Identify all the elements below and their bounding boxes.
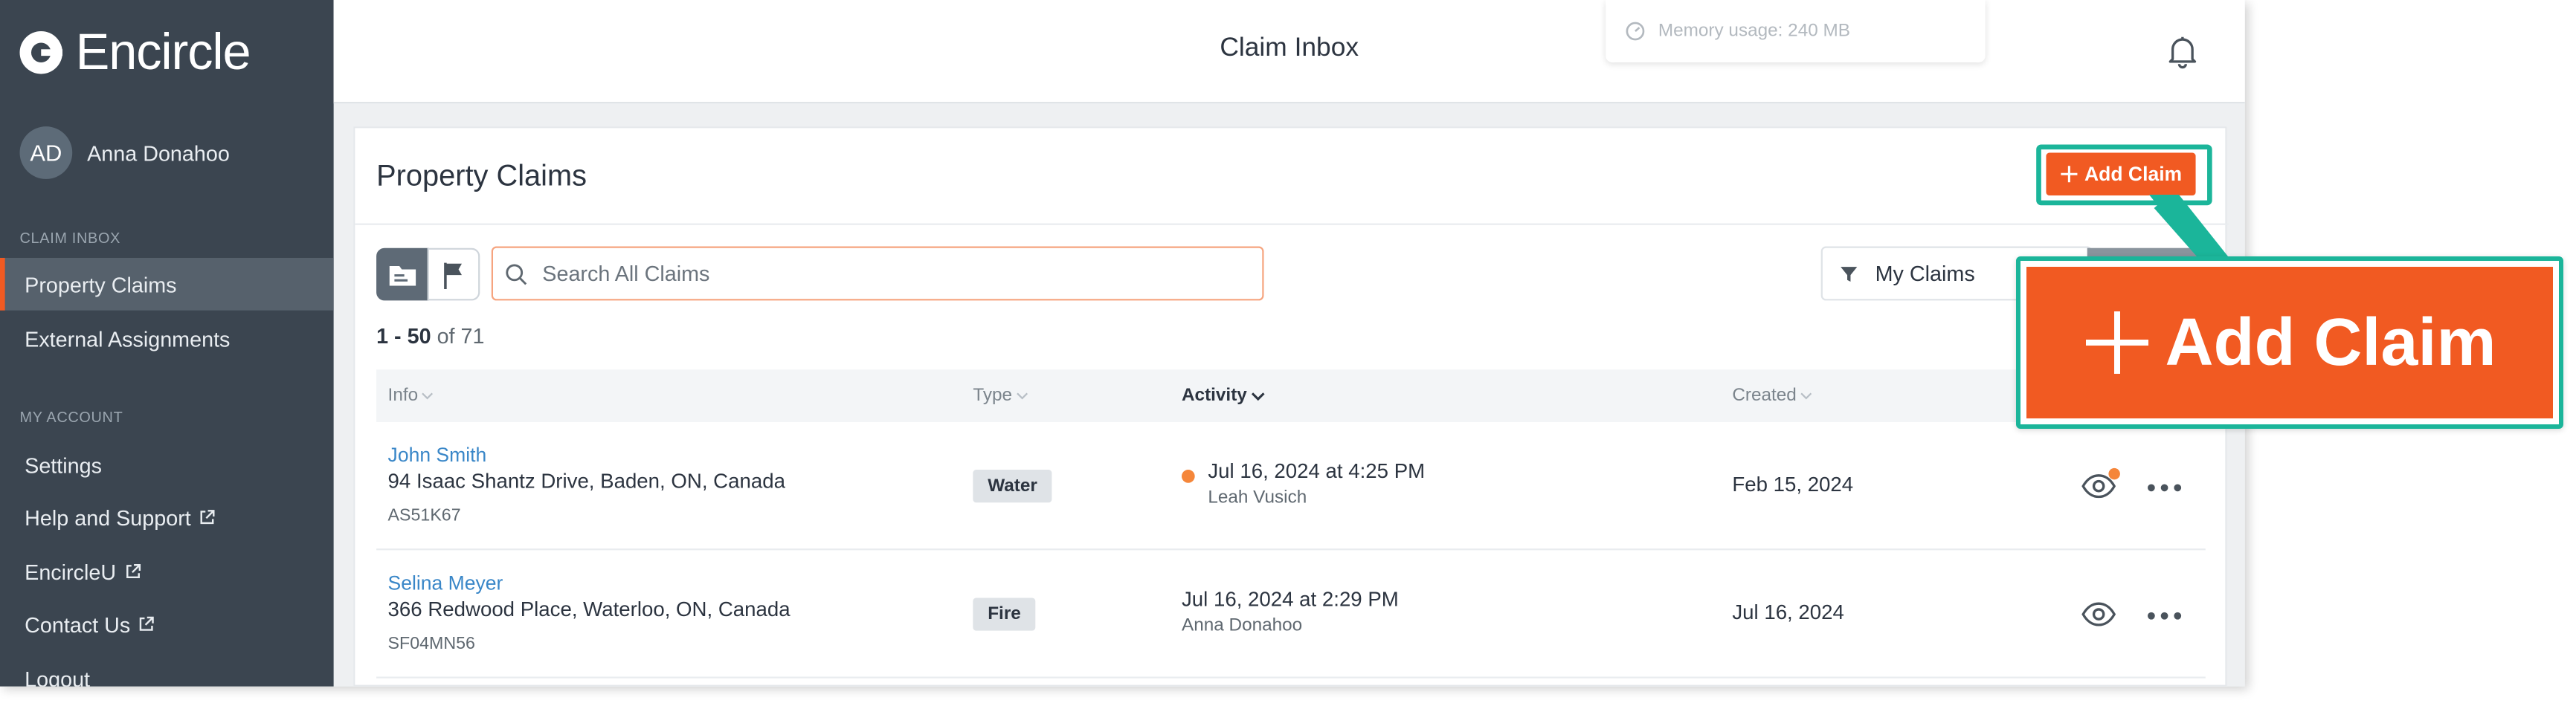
- more-options-icon[interactable]: [2146, 611, 2183, 621]
- search-input[interactable]: [542, 261, 1200, 286]
- result-count: 1 - 50 of 71: [376, 323, 484, 348]
- sidebar-item-label: Help and Support: [25, 505, 191, 530]
- filter-icon: [1841, 266, 1858, 281]
- created-date: Jul 16, 2024: [1732, 600, 1844, 624]
- divider: [355, 223, 2229, 225]
- result-total: of 71: [437, 323, 485, 349]
- plus-icon: [2061, 166, 2078, 183]
- filter-value: My Claims: [1875, 261, 1975, 286]
- sidebar-item-encircleu[interactable]: EncircleU: [0, 545, 334, 598]
- activity-time: Jul 16, 2024 at 4:25 PM: [1208, 459, 1426, 483]
- claim-name-link[interactable]: Selina Meyer: [388, 571, 503, 595]
- user-profile[interactable]: AD Anna Donahoo: [19, 126, 230, 179]
- memory-usage-indicator: Memory usage: 240 MB: [1606, 0, 1986, 62]
- more-options-icon[interactable]: [2146, 483, 2183, 493]
- chevron-down-icon: [422, 392, 434, 400]
- result-range: 1 - 50: [376, 323, 431, 349]
- app-window: Encircle AD Anna Donahoo CLAIM INBOX Pro…: [0, 0, 2245, 687]
- claim-address: 366 Redwood Place, Waterloo, ON, Canada: [387, 597, 790, 621]
- type-badge: Water: [973, 470, 1052, 503]
- user-name: Anna Donahoo: [87, 140, 230, 166]
- folder-icon: [389, 265, 416, 285]
- table-row[interactable]: John Smith 94 Isaac Shantz Drive, Baden,…: [376, 422, 2206, 551]
- logo[interactable]: Encircle: [19, 22, 251, 82]
- add-claim-zoom-callout: Add Claim: [2016, 256, 2563, 429]
- sidebar-item-label: Property Claims: [25, 271, 177, 297]
- claim-address: 94 Isaac Shantz Drive, Baden, ON, Canada: [387, 470, 785, 493]
- activity-user: Anna Donahoo: [1181, 615, 1303, 636]
- logo-text: Encircle: [75, 22, 251, 81]
- sidebar: Encircle AD Anna Donahoo CLAIM INBOX Pro…: [0, 0, 334, 687]
- sidebar-item-label: Settings: [25, 452, 102, 478]
- section-label-claim-inbox: CLAIM INBOX: [19, 230, 121, 247]
- sidebar-item-contact-us[interactable]: Contact Us: [0, 597, 334, 650]
- section-title: Property Claims: [376, 159, 587, 192]
- gauge-icon: [1626, 22, 1645, 41]
- external-link-icon: [126, 564, 141, 579]
- top-bar: Claim Inbox Memory usage: 240 MB: [333, 0, 2245, 104]
- claim-code: SF04MN56: [387, 634, 475, 654]
- sidebar-item-external-assignments[interactable]: External Assignments: [0, 312, 334, 365]
- claim-name-link[interactable]: John Smith: [388, 444, 487, 467]
- column-header-activity[interactable]: Activity: [1182, 386, 1265, 406]
- unread-indicator: [1181, 470, 1195, 483]
- view-toggle: [376, 247, 480, 301]
- sidebar-item-logout[interactable]: Logout: [0, 652, 334, 687]
- eye-icon[interactable]: [2081, 601, 2117, 627]
- add-claim-label: Add Claim: [2084, 162, 2183, 186]
- sidebar-item-label: EncircleU: [25, 559, 117, 584]
- sidebar-item-property-claims[interactable]: Property Claims: [0, 257, 334, 311]
- bell-icon[interactable]: [2165, 33, 2201, 69]
- chevron-down-icon: [1800, 392, 1812, 400]
- search-box[interactable]: [491, 246, 1264, 301]
- external-link-icon: [140, 616, 155, 631]
- flag-icon: [444, 262, 463, 288]
- table-header: Info Type Activity Created: [376, 369, 2206, 422]
- flag-view-button[interactable]: [427, 247, 480, 301]
- section-label-my-account: MY ACCOUNT: [19, 409, 123, 426]
- sidebar-item-help-and-support[interactable]: Help and Support: [0, 491, 334, 544]
- created-date: Feb 15, 2024: [1732, 473, 1854, 496]
- chevron-down-icon: [1251, 392, 1265, 401]
- folder-view-button[interactable]: [376, 247, 429, 301]
- plus-icon: [2086, 311, 2149, 374]
- encircle-logo-icon: [19, 30, 62, 74]
- sidebar-item-label: Contact Us: [25, 612, 131, 637]
- sidebar-item-label: Logout: [25, 666, 91, 687]
- add-claim-zoom-button: Add Claim: [2026, 267, 2553, 418]
- property-claims-card: Property Claims Add Claim My Claims 1 - …: [353, 126, 2229, 687]
- add-claim-button[interactable]: Add Claim: [2046, 152, 2196, 195]
- column-header-type[interactable]: Type: [973, 386, 1028, 406]
- chevron-down-icon: [1016, 392, 1028, 400]
- add-claim-zoom-label: Add Claim: [2165, 305, 2496, 380]
- type-badge: Fire: [973, 597, 1036, 631]
- sidebar-item-label: External Assignments: [25, 326, 231, 351]
- activity-user: Leah Vusich: [1208, 488, 1307, 508]
- claim-code: AS51K67: [387, 505, 461, 526]
- notification-dot: [2108, 467, 2120, 480]
- sidebar-item-settings[interactable]: Settings: [0, 438, 334, 491]
- external-link-icon: [200, 510, 215, 525]
- column-header-created[interactable]: Created: [1732, 386, 1813, 406]
- memory-usage-text: Memory usage: 240 MB: [1658, 21, 1850, 42]
- search-icon: [506, 263, 527, 285]
- table-row[interactable]: Selina Meyer 366 Redwood Place, Waterloo…: [376, 550, 2206, 679]
- avatar: AD: [19, 126, 73, 179]
- column-header-info[interactable]: Info: [388, 386, 435, 406]
- activity-time: Jul 16, 2024 at 2:29 PM: [1181, 588, 1399, 612]
